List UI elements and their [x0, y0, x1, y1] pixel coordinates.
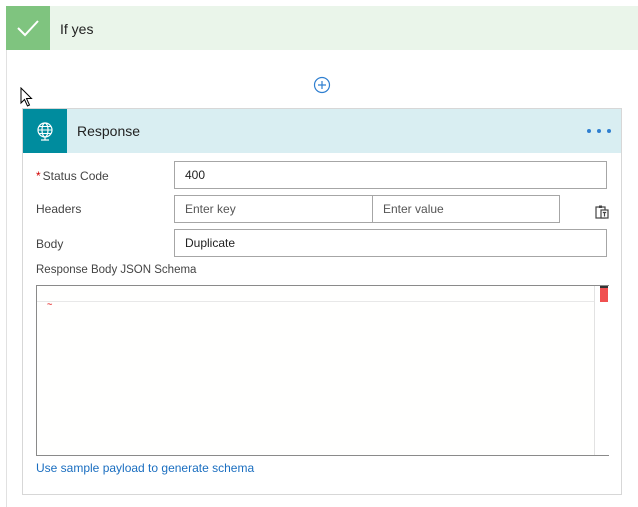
- add-step-button[interactable]: [313, 76, 331, 94]
- json-schema-editor[interactable]: ~: [36, 285, 609, 456]
- schema-label: Response Body JSON Schema: [36, 264, 197, 276]
- status-code-label-text: Status Code: [42, 169, 109, 183]
- condition-yes-label: If yes: [60, 21, 94, 37]
- body-label: Body: [36, 237, 64, 251]
- headers-label: Headers: [36, 202, 82, 216]
- editor-current-line: [37, 301, 594, 302]
- ellipsis-icon: [597, 129, 601, 133]
- switch-to-text-mode-icon[interactable]: [594, 204, 610, 220]
- required-marker: *: [36, 169, 41, 183]
- error-marker-icon: [600, 286, 608, 302]
- editor-scrollbar[interactable]: [594, 286, 609, 455]
- condition-yes-header[interactable]: If yes: [6, 6, 638, 50]
- status-code-label: * Status Code: [36, 169, 109, 183]
- more-options-button[interactable]: [585, 121, 613, 141]
- plus-circle-icon: [313, 76, 331, 94]
- generate-schema-link[interactable]: Use sample payload to generate schema: [36, 461, 254, 475]
- body-input[interactable]: Duplicate: [174, 229, 607, 257]
- header-value-input[interactable]: Enter value: [372, 195, 560, 223]
- error-squiggle-icon: ~: [47, 300, 53, 310]
- response-action-card: Response * Status Code 400 Headers Enter …: [22, 108, 622, 495]
- mouse-cursor-icon: [20, 86, 34, 107]
- header-key-input[interactable]: Enter key: [174, 195, 373, 223]
- ellipsis-icon: [607, 129, 611, 133]
- response-card-header[interactable]: Response: [23, 109, 621, 153]
- globe-icon: [23, 109, 67, 153]
- status-code-input[interactable]: 400: [174, 161, 607, 189]
- checkmark-icon: [6, 6, 50, 50]
- ellipsis-icon: [587, 129, 591, 133]
- action-title: Response: [77, 123, 141, 139]
